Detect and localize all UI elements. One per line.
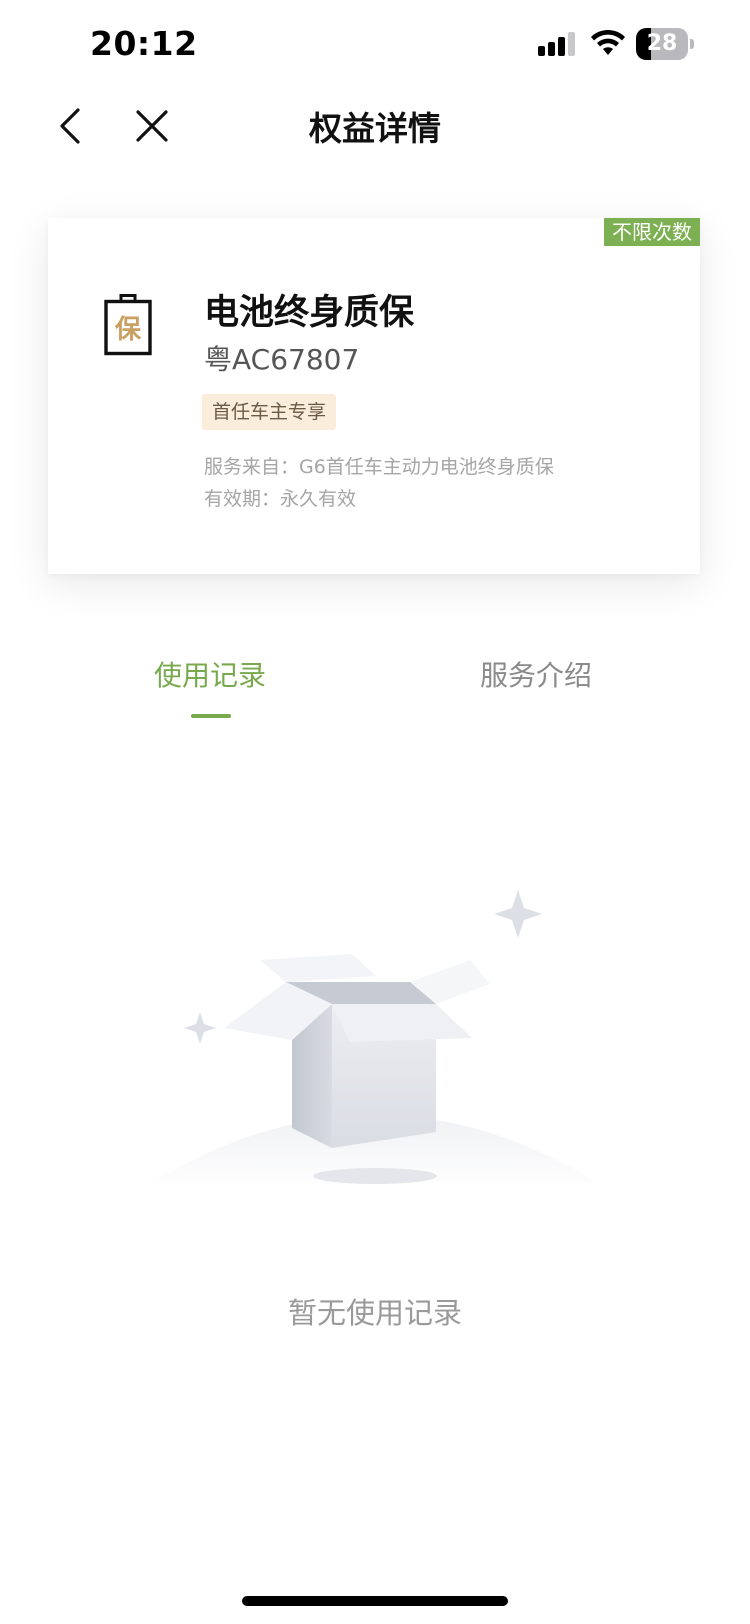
battery-icon: 28 <box>636 28 694 60</box>
wifi-icon <box>591 29 625 55</box>
warranty-glyph: 保 <box>114 315 142 345</box>
cellular-signal-icon <box>538 32 575 56</box>
battery-tip <box>690 39 694 49</box>
home-indicator[interactable] <box>242 1596 508 1606</box>
tab-usage-records[interactable]: 使用记录 <box>154 654 266 694</box>
tab-bar: 使用记录 服务介绍 <box>0 630 750 720</box>
service-source: 服务来自：G6首任车主动力电池终身质保 <box>204 456 554 478</box>
active-tab-indicator <box>191 714 231 718</box>
tab-service-intro[interactable]: 服务介绍 <box>480 654 592 694</box>
benefit-title: 电池终身质保 <box>204 293 415 333</box>
screen: 20:12 28 权益详情 不限次数 保 电池终身质保 粤AC67807 首任车… <box>0 0 750 1624</box>
usage-limit-badge: 不限次数 <box>604 218 700 246</box>
page-title: 权益详情 <box>309 109 441 148</box>
status-bar: 20:12 28 <box>0 0 750 90</box>
nav-bar: 权益详情 <box>0 90 750 162</box>
status-time: 20:12 <box>90 24 198 63</box>
empty-state-text: 暂无使用记录 <box>287 1296 462 1330</box>
battery-level: 28 <box>646 31 678 56</box>
battery-body: 28 <box>636 28 688 60</box>
benefit-card: 不限次数 保 电池终身质保 粤AC67807 首任车主专享 服务来自：G6首任车… <box>48 218 700 574</box>
empty-box-icon <box>140 890 610 1190</box>
first-owner-tag: 首任车主专享 <box>202 394 337 430</box>
license-plate: 粤AC67807 <box>204 343 360 376</box>
battery-warranty-icon: 保 <box>104 294 152 356</box>
validity-period: 有效期：永久有效 <box>204 488 357 510</box>
